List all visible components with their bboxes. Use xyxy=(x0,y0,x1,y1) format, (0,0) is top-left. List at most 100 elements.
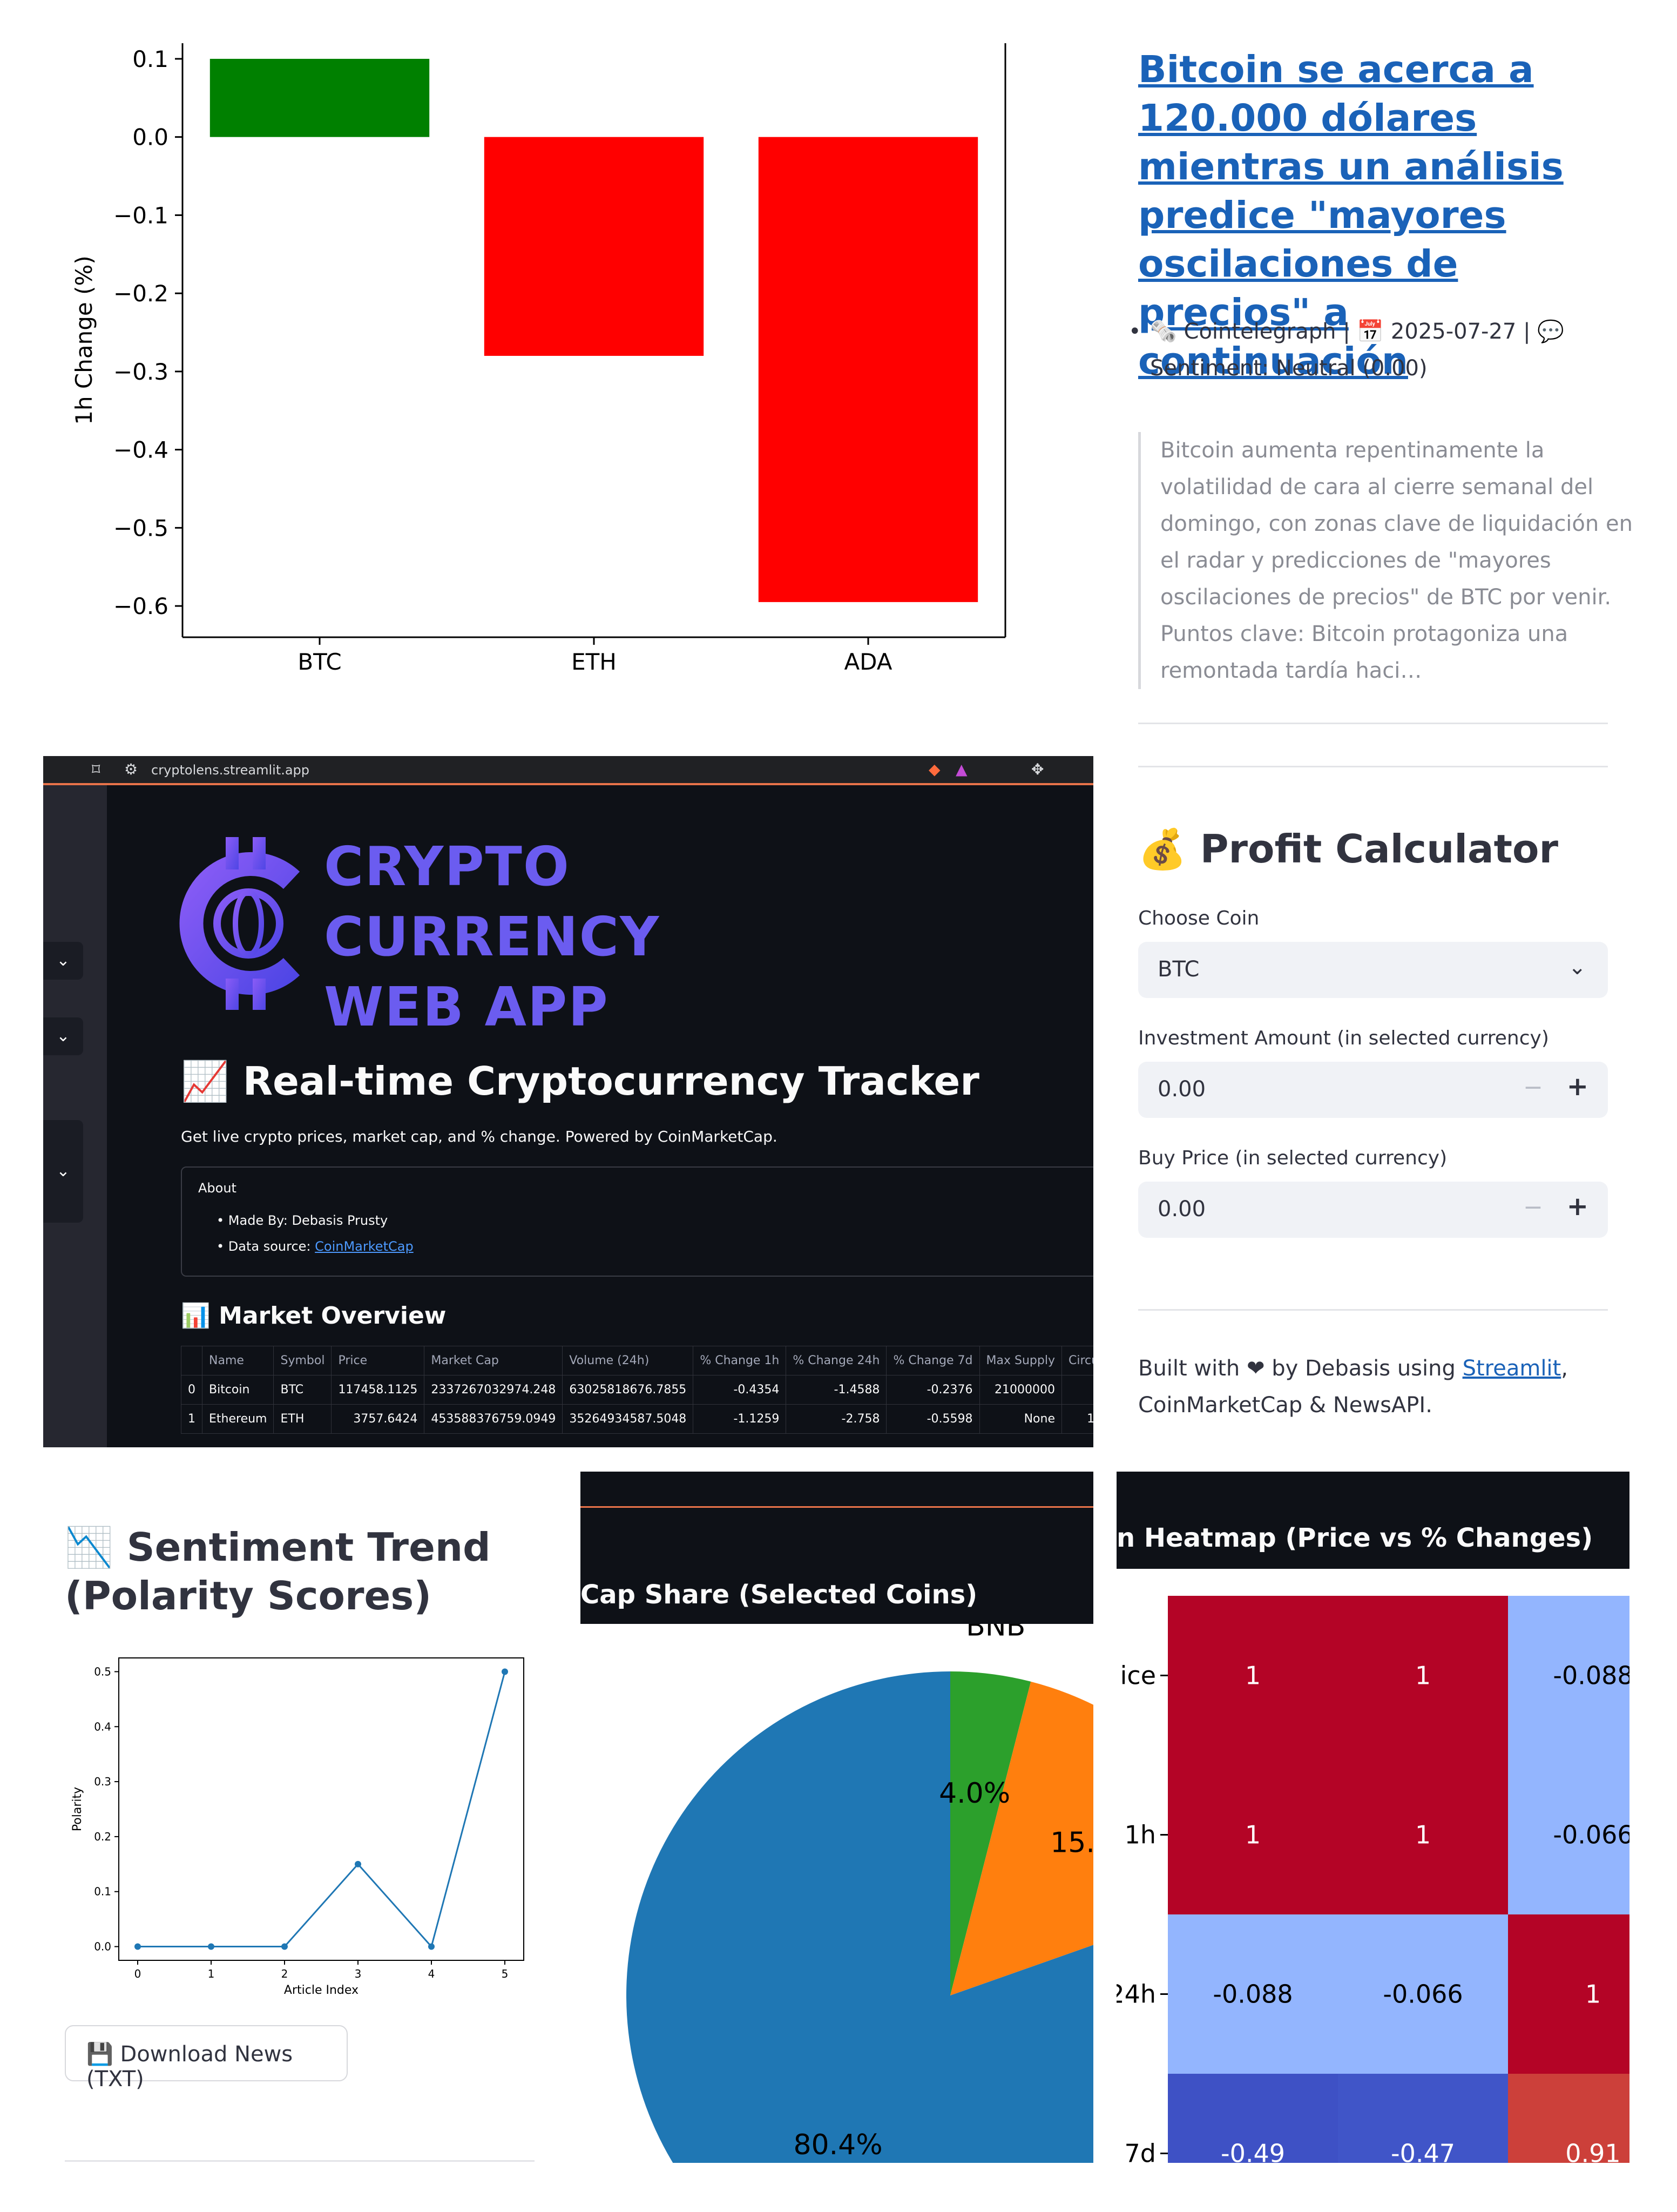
coin-select[interactable]: BTC ⌄ xyxy=(1138,942,1608,998)
logo-line: CRYPTO xyxy=(324,835,570,898)
bookmark-icon: ⌑ xyxy=(92,760,100,779)
table-column-header[interactable]: % Change 7d xyxy=(886,1346,980,1375)
about-item: • Data source: CoinMarketCap xyxy=(217,1239,414,1254)
sidebar-multiselect-chevron-icon[interactable]: ⌄ xyxy=(43,1120,83,1223)
pie-percent-label: 80.4% xyxy=(793,2129,882,2161)
y-tick-label: 0.5 xyxy=(94,1665,111,1678)
table-column-header[interactable]: Max Supply xyxy=(979,1346,1062,1375)
about-made-by: Made By: Debasis Prusty xyxy=(228,1213,388,1228)
table-cell: 21000000 xyxy=(979,1375,1062,1405)
table-cell: ETH xyxy=(273,1404,332,1434)
coinmarketcap-link[interactable]: CoinMarketCap xyxy=(315,1239,414,1254)
pie-percent-label: 4.0% xyxy=(939,1777,1010,1810)
heatmap-panel-header: n Heatmap (Price vs % Changes) xyxy=(1117,1472,1629,1569)
table-column-header[interactable]: Name xyxy=(201,1346,274,1375)
pie-panel-header: Cap Share (Selected Coins) xyxy=(580,1472,1093,1624)
table-cell: 453588376759.0949 xyxy=(424,1404,563,1434)
correlation-heatmap-panel: n Heatmap (Price vs % Changes) 1 1 -0.088 i… xyxy=(1117,1472,1629,2163)
table-cell: -2.758 xyxy=(786,1404,887,1434)
chevron-down-icon: ⌄ xyxy=(1568,955,1586,980)
x-axis-label: Article Index xyxy=(284,1984,359,1997)
decrement-button[interactable]: − xyxy=(1523,1193,1543,1221)
table-column-header[interactable] xyxy=(181,1346,202,1375)
sidebar-select-chevron-icon[interactable]: ⌄ xyxy=(43,942,83,980)
table-column-header[interactable]: Price xyxy=(331,1346,425,1375)
buy-price-label: Buy Price (in selected currency) xyxy=(1138,1147,1448,1169)
y-tick-label: 0.4 xyxy=(94,1720,111,1733)
download-news-label: 💾 Download News (TXT) xyxy=(86,2042,293,2092)
heatmap-cell-value: 1 xyxy=(1245,1661,1261,1690)
news-excerpt: Bitcoin aumenta repentinamente la volati… xyxy=(1138,432,1635,689)
divider xyxy=(1138,723,1608,724)
divider xyxy=(65,2160,535,2162)
heatmap-cell-value: -0.49 xyxy=(1221,2139,1285,2163)
table-cell: Ethereum xyxy=(201,1404,274,1434)
y-tick-label: 0.1 xyxy=(94,1885,111,1898)
app-subtitle: Get live crypto prices, market cap, and … xyxy=(181,1128,777,1145)
plot-frame xyxy=(118,1657,524,1961)
y-tick-label: −0.6 xyxy=(113,593,168,619)
streamlit-link[interactable]: Streamlit xyxy=(1463,1356,1561,1381)
bullet-dot: • xyxy=(1128,319,1141,344)
market-overview-heading: 📊 Market Overview xyxy=(181,1302,447,1330)
site-settings-icon: ⚙ xyxy=(124,760,138,778)
logo-line: CURRENCY xyxy=(324,905,660,968)
footer-prefix: Built with ❤ by Debasis using xyxy=(1138,1356,1463,1381)
decrement-button[interactable]: − xyxy=(1523,1074,1543,1101)
sentiment-line-chart: 0.0 0.1 0.2 0.3 0.4 0.5 0 1 2 3 4 5 Article Index Pol… xyxy=(71,1657,524,1997)
y-tick-label: 0.3 xyxy=(94,1775,111,1788)
table-column-header[interactable]: Volume (24h) xyxy=(562,1346,694,1375)
table-column-header[interactable]: % Change 24h xyxy=(786,1346,887,1375)
x-tick-label: 0 xyxy=(134,1967,141,1980)
buy-price-input[interactable]: 0.00 − + xyxy=(1138,1182,1608,1238)
x-tick-label: ADA xyxy=(844,649,892,675)
crypto-logo-icon xyxy=(179,837,300,1010)
profit-calculator-title: 💰 Profit Calculator xyxy=(1138,826,1559,872)
news-meta-text: 🗞️ Cointelegraph | 📅 2025-07-27 | 💬 Sent… xyxy=(1150,319,1565,381)
x-tick-label: 3 xyxy=(355,1967,362,1980)
bar-ada xyxy=(758,137,978,602)
polarity-point xyxy=(428,1943,435,1950)
polarity-point xyxy=(355,1860,361,1867)
investment-amount-label: Investment Amount (in selected currency) xyxy=(1138,1027,1549,1049)
y-axis-label: 1h Change (%) xyxy=(71,255,97,425)
table-column-header[interactable]: Symbol xyxy=(273,1346,332,1375)
table-cell: Bitcoin xyxy=(201,1375,274,1405)
correlation-heatmap: 1 1 -0.088 ice 1 1 -0.066 1h -0.088 -0.066 1 24h -0.… xyxy=(1117,1596,1629,2163)
table-row[interactable]: 0 Bitcoin BTC 117458.1125 2337267032974.248 6… xyxy=(181,1375,1093,1405)
table-column-header[interactable]: % Change 1h xyxy=(693,1346,787,1375)
table-column-header[interactable]: Market Cap xyxy=(424,1346,563,1375)
heatmap-cell xyxy=(1508,1914,1629,2074)
download-news-button[interactable]: 💾 Download News (TXT) xyxy=(65,2025,348,2092)
x-tick-label: ETH xyxy=(571,649,617,675)
app-sidebar: ⌄ ⌄ ⌄ xyxy=(43,785,107,1447)
table-cell: -0.4354 xyxy=(693,1375,787,1405)
change-1h-bar-chart: 0.1 0.0 −0.1 −0.2 −0.3 −0.4 −0.5 −0.6 BTC ETH ADA 1… xyxy=(71,43,1006,675)
market-overview-table[interactable]: Name Symbol Price Market Cap Volume (24h)% C… xyxy=(181,1346,1093,1434)
heatmap-cell-value: -0.066 xyxy=(1553,1820,1629,1850)
y-tick-label: −0.3 xyxy=(113,359,168,385)
table-cell: 1 xyxy=(181,1404,202,1434)
table-cell: BTC xyxy=(273,1375,332,1405)
buy-price-value: 0.00 xyxy=(1158,1197,1206,1222)
increment-button[interactable]: + xyxy=(1567,1071,1588,1102)
brave-shield-icon: ◆ xyxy=(929,760,941,778)
increment-button[interactable]: + xyxy=(1567,1191,1588,1222)
polarity-point xyxy=(134,1943,141,1950)
address-bar-url[interactable]: cryptolens.streamlit.app xyxy=(151,763,309,778)
rewards-icon: ▲ xyxy=(956,760,968,778)
about-title: About xyxy=(198,1181,236,1196)
about-expander[interactable]: About • Made By: Debasis Prusty • Data s… xyxy=(181,1166,1093,1277)
table-cell: -1.4588 xyxy=(786,1375,887,1405)
investment-amount-input[interactable]: 0.00 − + xyxy=(1138,1062,1608,1118)
table-row[interactable]: 1 Ethereum ETH 3757.6424 453588376759.0949 35… xyxy=(181,1404,1093,1434)
sidebar-select-chevron-icon[interactable]: ⌄ xyxy=(43,1017,83,1055)
x-tick-label: 4 xyxy=(428,1967,435,1980)
about-item: • Made By: Debasis Prusty xyxy=(217,1213,388,1228)
heatmap-cell-value: 1 xyxy=(1245,1820,1261,1850)
y-axis-label: Polarity xyxy=(71,1787,84,1831)
sentiment-trend-title: 📉 Sentiment Trend (Polarity Scores) xyxy=(65,1525,491,1618)
heatmap-row-label: 1h xyxy=(1125,1820,1156,1850)
table-cell: None xyxy=(979,1404,1062,1434)
table-column-header[interactable]: Circulating Supp xyxy=(1061,1346,1093,1375)
